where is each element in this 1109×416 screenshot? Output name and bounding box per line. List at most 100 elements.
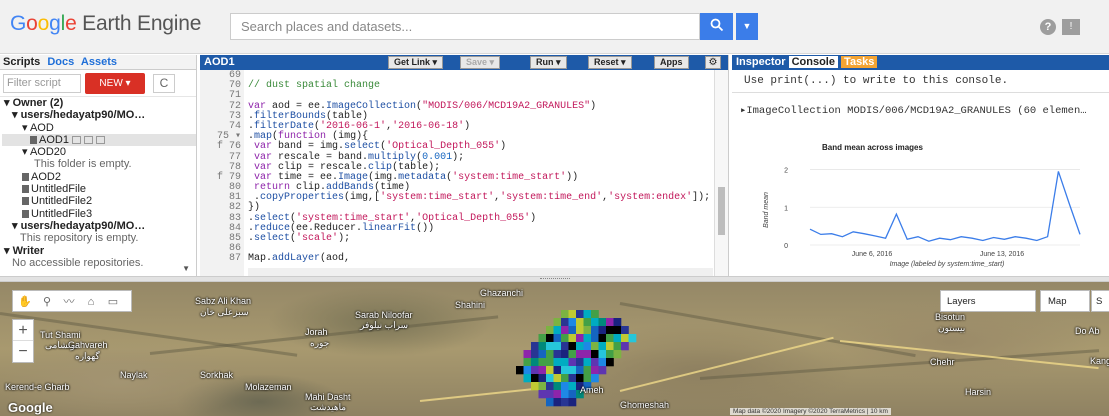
tree-item[interactable]: ▾ Writer: [2, 245, 196, 257]
tree-item[interactable]: UntitledFile2: [2, 195, 196, 207]
tree-item[interactable]: No accessible repositories.: [2, 257, 196, 269]
place-label: Tut Shami: [40, 330, 81, 340]
refresh-icon[interactable]: C: [153, 74, 175, 93]
raster-pixel: [576, 318, 584, 327]
scrollbar-thumb[interactable]: [718, 187, 725, 235]
raster-pixel: [561, 342, 569, 351]
raster-pixel: [546, 350, 554, 359]
vertical-scrollbar[interactable]: [714, 70, 728, 276]
search-button[interactable]: [700, 13, 733, 40]
aod-raster-layer[interactable]: [510, 302, 640, 412]
code-token: 'system:endex': [608, 192, 693, 204]
tree-item[interactable]: UntitledFile3: [2, 208, 196, 220]
zoom-out-button[interactable]: −: [13, 341, 33, 362]
share-icon[interactable]: [71, 135, 81, 144]
search-input[interactable]: Search places and datasets...: [230, 13, 700, 40]
point-marker-icon[interactable]: ⚲: [39, 294, 55, 310]
series-line: [809, 171, 1081, 242]
map-view[interactable]: Sabz Ali Khan سبزعلی خان Tut Shami توتشامی G…: [0, 282, 1109, 416]
tree-item[interactable]: This repository is empty.: [2, 232, 196, 244]
horizontal-scrollbar[interactable]: [248, 268, 713, 276]
search-dropdown-button[interactable]: ▼: [736, 13, 758, 40]
tree-item-label: ▾ AOD: [22, 121, 54, 134]
tree-item-label: UntitledFile3: [31, 207, 93, 220]
console-output-imagecollection[interactable]: ▸ImageCollection MODIS/006/MCD19A2_GRANU…: [740, 104, 1087, 117]
tree-item-label: ▾ Writer: [4, 244, 45, 257]
map-attribution[interactable]: Map data ©2020 Imagery ©2020 TerraMetric…: [730, 408, 891, 415]
layers-button[interactable]: Layers: [940, 290, 1036, 312]
tree-item-label: UntitledFile2: [31, 195, 93, 208]
raster-pixel: [628, 334, 637, 343]
code-token: (aod,: [320, 253, 351, 265]
tree-item[interactable]: ▾ users/hedayatp90/MO…: [2, 220, 196, 232]
place-label: Jorah: [305, 327, 328, 337]
google-earth-engine-logo[interactable]: Google Earth Engine: [10, 12, 201, 36]
filter-row: Filter script NEW ▾ C: [0, 70, 196, 97]
polygon-draw-icon[interactable]: ⌂: [83, 294, 99, 310]
delete-icon[interactable]: [95, 135, 105, 144]
map-type-map-button[interactable]: Map: [1040, 290, 1090, 312]
file-icon: [22, 172, 29, 181]
console-divider: [732, 92, 1109, 93]
tab-docs[interactable]: Docs: [47, 56, 74, 68]
save-button[interactable]: Save ▾: [460, 56, 501, 69]
y-tick-label: 1: [784, 205, 788, 212]
new-button[interactable]: NEW ▾: [85, 73, 145, 94]
tree-item[interactable]: AOD1: [2, 133, 196, 147]
code-line[interactable]: .select('scale');: [248, 233, 710, 244]
run-button[interactable]: Run ▾: [530, 56, 567, 69]
raster-pixel: [591, 358, 599, 367]
tree-item[interactable]: This folder is empty.: [2, 158, 196, 170]
zoom-control: + −: [12, 319, 34, 363]
code-line[interactable]: Map.addLayer(aod,: [248, 254, 710, 264]
raster-pixel: [591, 310, 599, 319]
code-line[interactable]: // dust spatial change: [248, 81, 710, 91]
line-draw-icon[interactable]: 〰: [61, 294, 77, 310]
raster-pixel: [546, 398, 554, 407]
tab-inspector[interactable]: Inspector: [736, 56, 786, 68]
get-link-button[interactable]: Get Link ▾: [388, 56, 444, 69]
raster-pixel: [576, 350, 584, 359]
tree-item[interactable]: ▾ users/hedayatp90/MO…: [2, 109, 196, 121]
gear-icon[interactable]: ⚙: [705, 56, 721, 69]
scroll-down-icon[interactable]: ▼: [182, 264, 190, 273]
tree-item-label: ▾ users/hedayatp90/MO…: [12, 219, 146, 232]
editor-toolbar: AOD1 Get Link ▾ Save ▾ Run ▾ Reset ▾ App…: [200, 55, 728, 70]
edit-icon[interactable]: [83, 135, 93, 144]
pan-hand-icon[interactable]: ✋: [17, 294, 33, 310]
code-line[interactable]: .copyProperties(img,['system:time_start'…: [248, 193, 710, 203]
place-label: جوره: [310, 338, 330, 348]
raster-pixel: [606, 342, 614, 351]
code-lines[interactable]: // dust spatial change var aod = ee.Imag…: [248, 71, 710, 265]
tab-scripts[interactable]: Scripts: [3, 56, 40, 68]
raster-pixel: [576, 326, 584, 335]
code-token: 'system:time_start': [452, 171, 567, 183]
tree-item[interactable]: AOD2: [2, 171, 196, 183]
script-tree: ▾ Owner (2) ▾ users/hedayatp90/MO… ▾ AOD AO…: [0, 97, 196, 269]
code-token: // dust spatial change: [248, 80, 381, 92]
code-area[interactable]: 69 70 71 72 73 74 75 ▾ f 76 77 78 f 79 80 81 82 83 84 85…: [200, 70, 715, 276]
tab-console[interactable]: Console: [788, 56, 838, 68]
map-type-satellite-button[interactable]: S: [1091, 290, 1109, 312]
place-label: Kangavar: [1090, 356, 1109, 366]
rectangle-draw-icon[interactable]: ▭: [105, 294, 121, 310]
zoom-in-button[interactable]: +: [13, 320, 33, 341]
tree-item[interactable]: ▾ AOD20: [2, 146, 196, 158]
tree-item[interactable]: UntitledFile: [2, 183, 196, 195]
tree-item[interactable]: ▾ AOD: [2, 122, 196, 134]
tree-item[interactable]: ▾ Owner (2): [2, 97, 196, 109]
right-panel-tabs: Inspector Console Tasks: [732, 55, 1109, 70]
help-icon[interactable]: ?: [1040, 19, 1056, 35]
place-label: Sarab Niloofar: [355, 310, 413, 320]
tab-tasks[interactable]: Tasks: [841, 56, 878, 68]
raster-pixel: [613, 318, 622, 327]
reset-button[interactable]: Reset ▾: [588, 56, 632, 69]
code-token: Map.: [248, 253, 273, 265]
tab-assets[interactable]: Assets: [81, 56, 117, 68]
raster-pixel: [553, 342, 562, 351]
feedback-icon[interactable]: !: [1062, 19, 1080, 35]
place-label: ماهیدشت: [310, 402, 347, 412]
filter-scripts-input[interactable]: Filter script: [3, 74, 81, 93]
divider-grip-icon[interactable]: [540, 278, 570, 280]
apps-button[interactable]: Apps: [654, 56, 689, 69]
